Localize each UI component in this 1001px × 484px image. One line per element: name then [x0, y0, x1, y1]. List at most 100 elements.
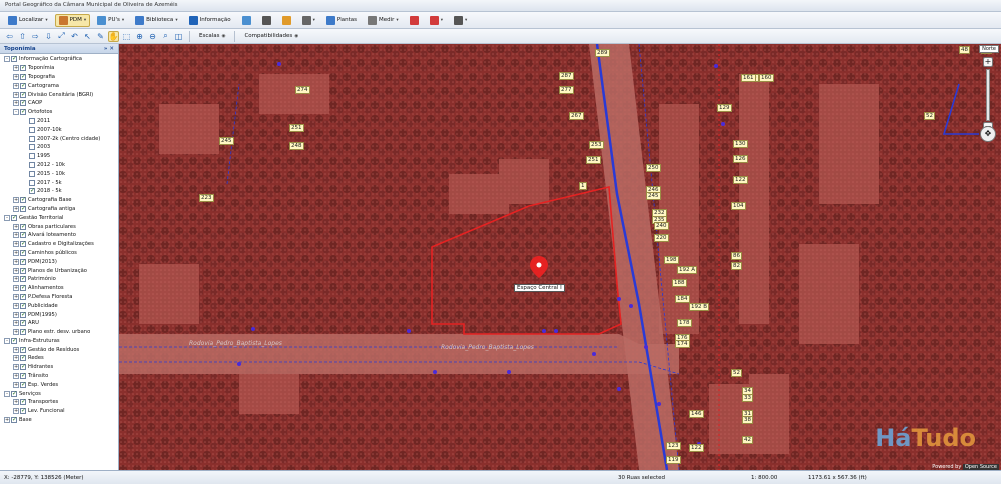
- arrow-right-icon[interactable]: ⇨: [30, 31, 41, 42]
- layer-checkbox[interactable]: [11, 214, 17, 221]
- zoom-in-button[interactable]: +: [983, 57, 993, 67]
- localizar-button[interactable]: Localizar ▾: [4, 14, 52, 27]
- layer-tree-item[interactable]: - Ortofotos: [0, 108, 118, 117]
- layer-checkbox[interactable]: [20, 73, 26, 80]
- layer-checkbox[interactable]: [20, 205, 26, 212]
- layer-tree-item[interactable]: + Topografia: [0, 73, 118, 82]
- layer-tree-item[interactable]: 2012 - 10k: [0, 161, 118, 170]
- layer-tree-item[interactable]: + Caminhos públicos: [0, 249, 118, 258]
- edit-icon[interactable]: ✎: [95, 31, 106, 42]
- zoom-slider[interactable]: [986, 69, 990, 121]
- layer-checkbox[interactable]: [20, 223, 26, 230]
- expand-icon[interactable]: +: [13, 241, 19, 248]
- layer-tree-item[interactable]: + Cartografia Base: [0, 196, 118, 205]
- layer-checkbox[interactable]: [20, 363, 26, 371]
- layer-checkbox[interactable]: [11, 390, 17, 397]
- layer-checkbox[interactable]: [20, 293, 26, 300]
- layer-tree-item[interactable]: + Lev. Funcional: [0, 407, 118, 416]
- layer-tree-item[interactable]: + Plano estr. desv. urbano: [0, 328, 118, 337]
- expand-icon[interactable]: +: [13, 329, 19, 336]
- layer-checkbox[interactable]: [20, 258, 26, 265]
- expand-icon[interactable]: +: [13, 293, 19, 300]
- layer-tree-item[interactable]: - Gestão Territorial: [0, 213, 118, 222]
- zoom-layer-icon[interactable]: ⌕: [160, 31, 171, 42]
- collapse-icon[interactable]: -: [4, 56, 10, 63]
- informa-o-button[interactable]: Informação: [185, 14, 235, 27]
- layer-checkbox[interactable]: [11, 55, 17, 63]
- expand-icon[interactable]: +: [13, 408, 19, 415]
- layer-tree-item[interactable]: + Base: [0, 416, 118, 425]
- layer-tree-item[interactable]: - Infra-Estruturas: [0, 337, 118, 346]
- layer-checkbox[interactable]: [20, 240, 26, 248]
- expand-icon[interactable]: +: [13, 355, 19, 362]
- expand-icon[interactable]: +: [13, 249, 19, 256]
- expand-icon[interactable]: +: [13, 302, 19, 309]
- pan-control-icon[interactable]: ✥: [980, 126, 996, 142]
- compatibilidades-button[interactable]: Compatibilidades ◉: [240, 30, 302, 43]
- collapse-icon[interactable]: »: [104, 46, 108, 52]
- layer-tree-item[interactable]: - Informação Cartográfica: [0, 55, 118, 64]
- layer-checkbox[interactable]: [29, 153, 35, 160]
- select-arrow-icon[interactable]: ↖: [82, 31, 93, 42]
- map-canvas[interactable]: 289 287 277 267 274 251 248 245 223 1 253 251 250 246…: [119, 44, 1001, 470]
- expand-icon[interactable]: +: [13, 100, 19, 107]
- gear-button[interactable]: ▾: [298, 14, 319, 27]
- layer-tree-item[interactable]: + Esp. Verdes: [0, 380, 118, 389]
- layer-tree-item[interactable]: + Transportes: [0, 398, 118, 407]
- layer-checkbox[interactable]: [20, 196, 26, 204]
- layer-checkbox[interactable]: [29, 117, 35, 124]
- arrow-left-icon[interactable]: ⇦: [4, 31, 15, 42]
- layer-checkbox[interactable]: [20, 407, 26, 415]
- pan-hand-icon[interactable]: ✋: [108, 30, 119, 42]
- print-button[interactable]: [258, 14, 275, 27]
- collapse-icon[interactable]: -: [4, 337, 10, 344]
- layer-checkbox[interactable]: [20, 82, 26, 89]
- layer-tree-item[interactable]: 2018 - 5k: [0, 187, 118, 196]
- layer-tree-item[interactable]: + P.Defesa Floresta: [0, 293, 118, 302]
- layer-tree-item[interactable]: + Publicidade: [0, 301, 118, 310]
- layer-tree-item[interactable]: + Cadastro e Digitalizações: [0, 240, 118, 249]
- expand-icon[interactable]: +: [13, 267, 19, 274]
- expand-icon[interactable]: +: [13, 320, 19, 327]
- collapse-icon[interactable]: -: [4, 390, 10, 397]
- layer-checkbox[interactable]: [29, 170, 35, 177]
- expand-icon[interactable]: +: [13, 65, 19, 72]
- close-icon[interactable]: ✕: [109, 46, 114, 52]
- zone-label[interactable]: Espaço Central I: [514, 284, 565, 292]
- layer-checkbox[interactable]: [20, 319, 26, 327]
- expand-icon[interactable]: +: [13, 373, 19, 380]
- expand-icon[interactable]: +: [13, 285, 19, 292]
- zoom-extent-icon[interactable]: ⤢: [56, 31, 67, 42]
- arrow-up-icon[interactable]: ⇧: [17, 31, 28, 42]
- layer-checkbox[interactable]: [11, 337, 17, 344]
- layer-checkbox[interactable]: [20, 275, 26, 283]
- zoom-back-icon[interactable]: ↶: [69, 31, 80, 42]
- layer-checkbox[interactable]: [20, 91, 26, 98]
- medir-button[interactable]: Medir ▾: [364, 14, 403, 27]
- layer-tree-item[interactable]: 2011: [0, 117, 118, 126]
- expand-icon[interactable]: +: [13, 258, 19, 265]
- layer-checkbox[interactable]: [29, 187, 35, 195]
- layer-tree-item[interactable]: + Redes: [0, 354, 118, 363]
- candle-button[interactable]: [278, 14, 295, 27]
- zoom-out-icon[interactable]: ⊖: [147, 31, 158, 42]
- layer-checkbox[interactable]: [20, 284, 26, 292]
- layer-checkbox[interactable]: [20, 354, 26, 362]
- layer-checkbox[interactable]: [20, 398, 26, 406]
- arrow-down-icon[interactable]: ⇩: [43, 31, 54, 42]
- layer-checkbox[interactable]: [20, 372, 26, 380]
- tools-button[interactable]: ▾: [450, 14, 471, 27]
- layer-tree-item[interactable]: + PDM(2013): [0, 257, 118, 266]
- layer-tree-item[interactable]: + Trânsito: [0, 372, 118, 381]
- layer-checkbox[interactable]: [29, 126, 35, 133]
- biblioteca-button[interactable]: Biblioteca ▾: [131, 14, 181, 27]
- layer-checkbox[interactable]: [20, 231, 26, 239]
- chart-button[interactable]: [406, 14, 423, 27]
- layer-tree-item[interactable]: 2015 - 10k: [0, 169, 118, 178]
- expand-icon[interactable]: +: [4, 417, 10, 424]
- layer-tree-item[interactable]: + Hidrantes: [0, 363, 118, 372]
- pu-s-button[interactable]: PU's ▾: [93, 14, 128, 27]
- expand-icon[interactable]: +: [13, 381, 19, 388]
- expand-icon[interactable]: +: [13, 346, 19, 353]
- escalas-button[interactable]: Escalas ◉: [195, 30, 229, 43]
